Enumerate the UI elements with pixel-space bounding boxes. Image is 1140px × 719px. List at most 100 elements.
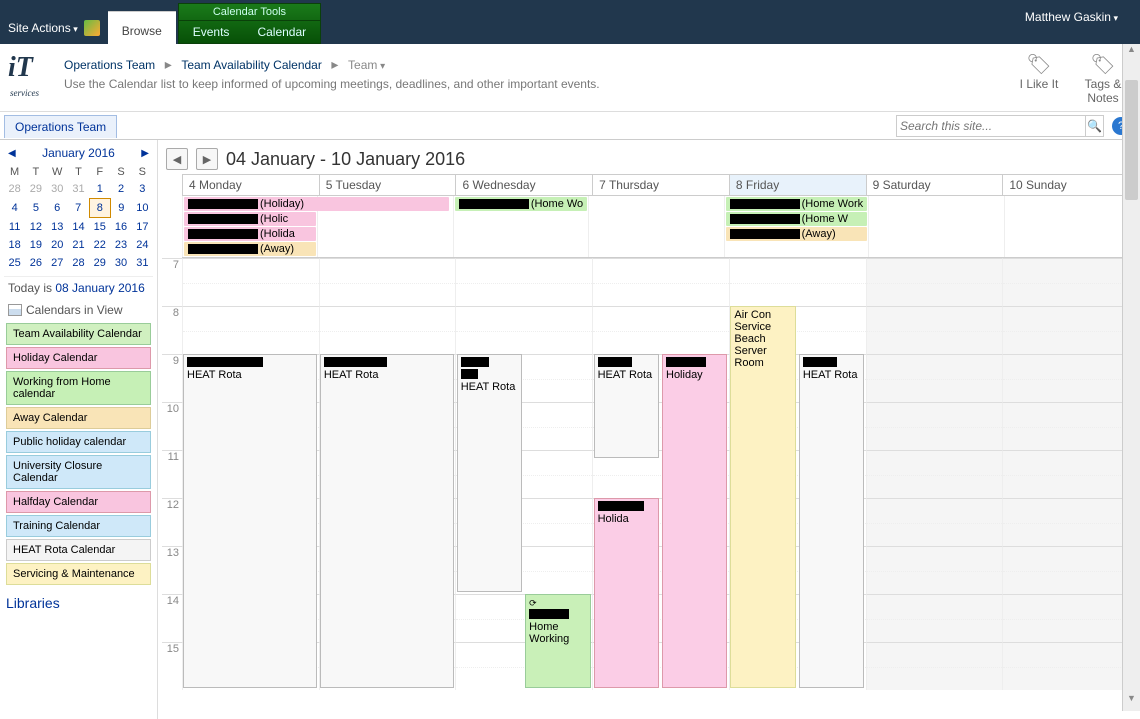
calendar-overlay-item[interactable]: Team Availability Calendar [6, 323, 151, 345]
mini-cal-day[interactable]: 23 [110, 236, 131, 254]
time-cell[interactable] [456, 306, 593, 354]
calendar-event[interactable]: Air Con Service Beach Server Room [730, 306, 795, 688]
user-menu[interactable]: Matthew Gaskin [1025, 10, 1118, 24]
mini-cal-day[interactable]: 14 [68, 218, 89, 237]
calendar-overlay-item[interactable]: Training Calendar [6, 515, 151, 537]
breadcrumb-list[interactable]: Team Availability Calendar [181, 58, 322, 72]
mini-cal-day[interactable]: 28 [4, 180, 25, 199]
mini-cal-day[interactable]: 18 [4, 236, 25, 254]
calendar-overlay-item[interactable]: Servicing & Maintenance [6, 563, 151, 585]
mini-cal-day[interactable]: 25 [4, 254, 25, 272]
allday-event[interactable]: (Home Work [726, 197, 868, 211]
allday-cell[interactable]: (Home Work(Home W(Away) [725, 196, 870, 257]
time-cell[interactable] [867, 498, 1004, 546]
mini-cal-day[interactable]: 11 [4, 218, 25, 237]
allday-cell[interactable] [589, 196, 724, 257]
tab-browse[interactable]: Browse [108, 11, 176, 44]
calendar-event[interactable]: HEAT Rota [183, 354, 317, 688]
site-actions-menu[interactable]: Site Actions [0, 16, 108, 44]
time-cell[interactable] [1003, 546, 1140, 594]
time-cell[interactable] [867, 306, 1004, 354]
calendar-overlay-item[interactable]: Halfday Calendar [6, 491, 151, 513]
time-cell[interactable] [867, 546, 1004, 594]
calendar-overlay-item[interactable]: Holiday Calendar [6, 347, 151, 369]
mini-cal-day[interactable]: 27 [47, 254, 68, 272]
site-logo[interactable]: iTservices [8, 52, 56, 96]
time-cell[interactable] [182, 306, 320, 354]
allday-cell[interactable]: (Home Wo [454, 196, 589, 257]
time-cell[interactable] [1003, 594, 1140, 642]
allday-event[interactable]: (Home Wo [455, 197, 587, 211]
tab-calendar[interactable]: Calendar [243, 21, 320, 43]
allday-cell[interactable] [869, 196, 1004, 257]
mini-cal-day[interactable]: 22 [89, 236, 110, 254]
allday-cell[interactable] [318, 196, 453, 257]
day-header[interactable]: 8 Friday [730, 174, 867, 196]
search-input[interactable] [896, 115, 1086, 137]
day-header[interactable]: 4 Monday [182, 174, 320, 196]
allday-event[interactable]: (Holic [184, 212, 316, 226]
time-cell[interactable] [182, 258, 320, 306]
calendar-event[interactable]: ⟳Home Working [525, 594, 590, 688]
mini-cal-day[interactable]: 3 [132, 180, 153, 199]
mini-cal-day[interactable]: 2 [110, 180, 131, 199]
time-cell[interactable] [730, 258, 867, 306]
mini-cal-day[interactable]: 28 [68, 254, 89, 272]
time-cell[interactable] [1003, 258, 1140, 306]
mini-cal-day[interactable]: 20 [47, 236, 68, 254]
libraries-heading[interactable]: Libraries [4, 593, 153, 613]
calendar-overlay-item[interactable]: Away Calendar [6, 407, 151, 429]
day-header[interactable]: 7 Thursday [593, 174, 730, 196]
mini-cal-day[interactable]: 6 [47, 199, 68, 218]
mini-cal-day[interactable]: 30 [47, 180, 68, 199]
mini-cal-day[interactable]: 31 [68, 180, 89, 199]
month-next-button[interactable]: ▶ [141, 148, 149, 159]
mini-cal-day[interactable]: 30 [110, 254, 131, 272]
allday-event[interactable]: (Away) [726, 227, 868, 241]
allday-event[interactable]: (Holida [184, 227, 316, 241]
time-cell[interactable] [867, 258, 1004, 306]
mini-cal-day[interactable]: 29 [89, 254, 110, 272]
time-cell[interactable] [1003, 450, 1140, 498]
week-next-button[interactable]: ▶ [196, 148, 218, 170]
time-cell[interactable] [1003, 402, 1140, 450]
mini-cal-day[interactable]: 16 [110, 218, 131, 237]
mini-cal-day[interactable]: 1 [89, 180, 110, 199]
mini-cal-day[interactable]: 19 [25, 236, 46, 254]
day-header[interactable]: 5 Tuesday [320, 174, 457, 196]
search-button[interactable]: 🔍 [1086, 115, 1104, 137]
calendar-overlay-item[interactable]: Working from Home calendar [6, 371, 151, 405]
mini-cal-day[interactable]: 15 [89, 218, 110, 237]
time-cell[interactable] [593, 306, 730, 354]
breadcrumb-view[interactable]: Team [348, 58, 385, 72]
time-cell[interactable] [867, 450, 1004, 498]
time-cell[interactable] [1003, 306, 1140, 354]
time-cell[interactable] [320, 258, 457, 306]
time-cell[interactable] [1003, 354, 1140, 402]
allday-cell[interactable]: (Holiday)(Holic(Holida(Away) [182, 196, 318, 257]
mini-cal-day[interactable]: 21 [68, 236, 89, 254]
day-header[interactable]: 6 Wednesday [456, 174, 593, 196]
i-like-it-button[interactable]: 🏷I Like It [1014, 52, 1064, 91]
mini-cal-day[interactable]: 29 [25, 180, 46, 199]
allday-event[interactable]: (Away) [184, 242, 316, 256]
mini-cal-day[interactable]: 5 [25, 199, 46, 218]
allday-event[interactable]: (Home W [726, 212, 868, 226]
mini-cal-day[interactable]: 12 [25, 218, 46, 237]
tags-notes-button[interactable]: 🏷Tags & Notes [1078, 52, 1128, 105]
calendar-event[interactable]: Holiday [662, 354, 727, 688]
time-cell[interactable] [1003, 498, 1140, 546]
time-cell[interactable] [456, 258, 593, 306]
mini-cal-day[interactable]: 26 [25, 254, 46, 272]
scrollbar[interactable]: ▲▼ [1122, 44, 1140, 711]
day-header[interactable]: 9 Saturday [867, 174, 1004, 196]
mini-cal-day[interactable]: 7 [68, 199, 89, 218]
month-title[interactable]: January 2016 [42, 146, 115, 160]
tab-events[interactable]: Events [179, 21, 244, 43]
mini-cal-day[interactable]: 8 [89, 199, 110, 218]
mini-cal-day[interactable]: 10 [132, 199, 153, 218]
week-prev-button[interactable]: ◀ [166, 148, 188, 170]
top-link-operations-team[interactable]: Operations Team [4, 115, 117, 138]
time-cell[interactable] [867, 642, 1004, 690]
time-cell[interactable] [867, 594, 1004, 642]
